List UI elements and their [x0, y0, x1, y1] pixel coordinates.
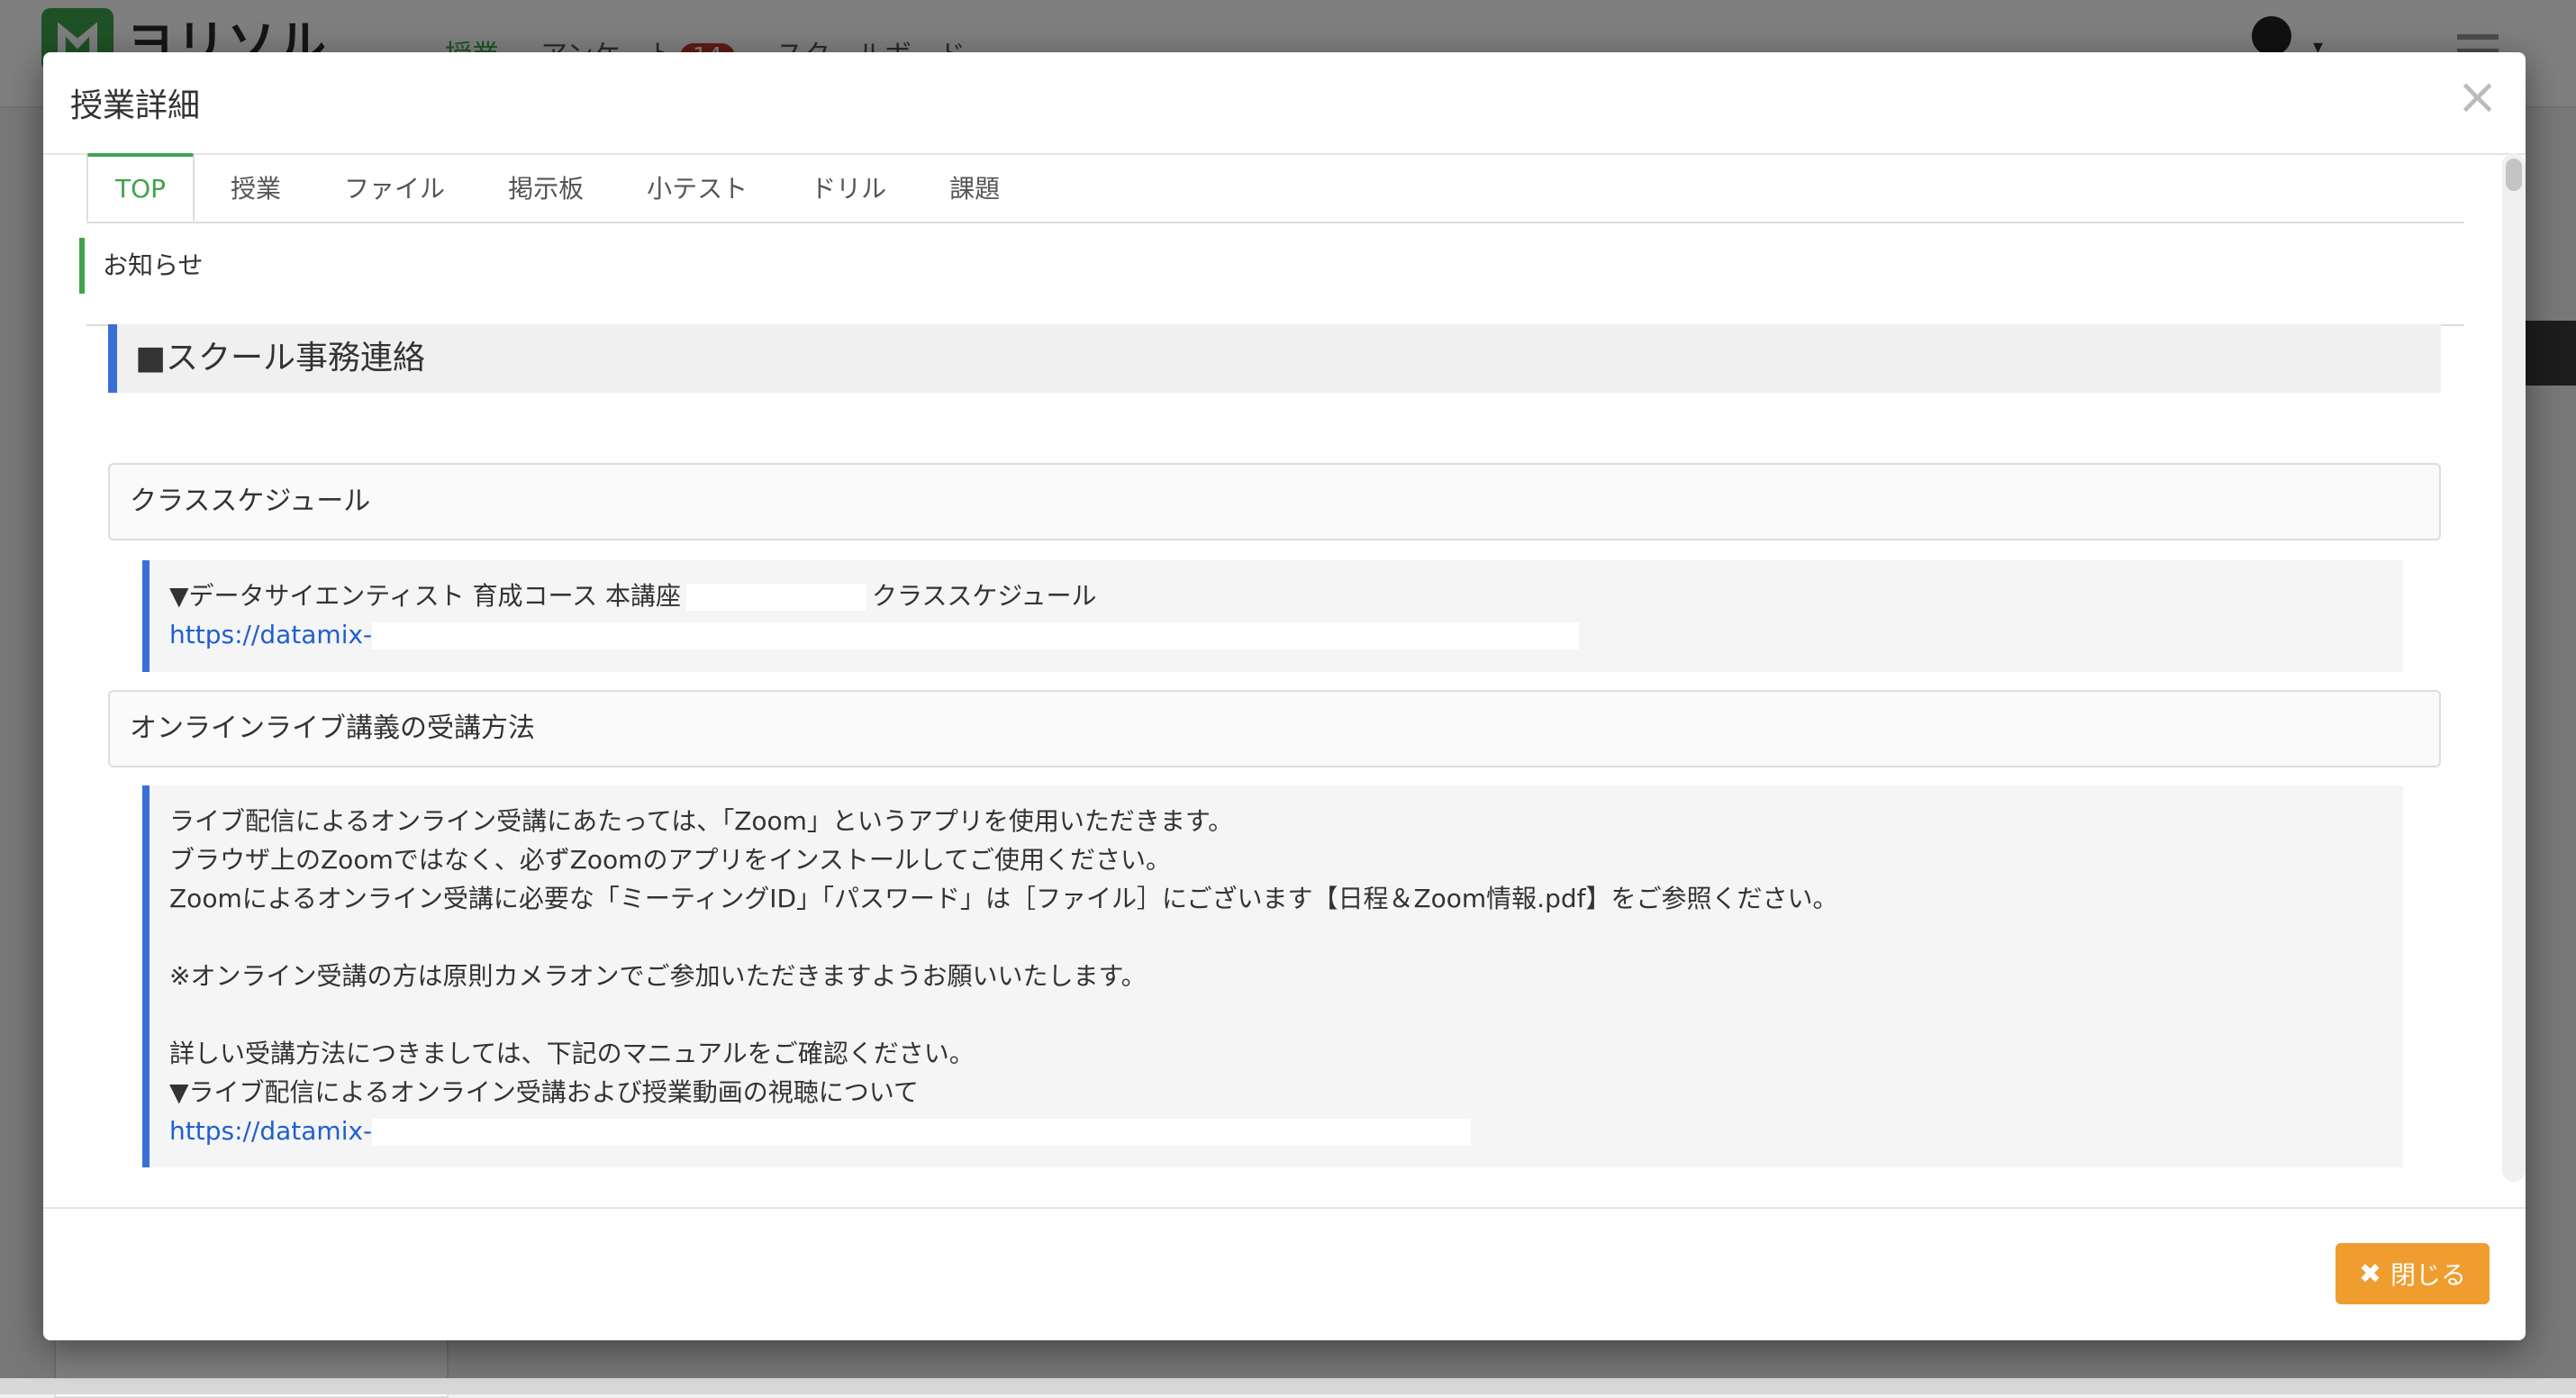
item-header-class-schedule[interactable]: クラススケジュール — [108, 463, 2441, 540]
text-line: ▼ライブ配信によるオンライン受講および授業動画の視聴について — [169, 1077, 919, 1107]
tab-bar — [86, 256, 2464, 326]
close-icon[interactable]: × — [2456, 72, 2499, 123]
text-line: 詳しい受講方法につきましては、下記のマニュアルをご確認ください。 — [169, 1039, 975, 1068]
schedule-link[interactable]: https://datamix- — [169, 620, 372, 649]
modal-title: 授業詳細 — [70, 87, 201, 124]
close-button[interactable]: ✖ 閉じる — [2335, 1243, 2490, 1304]
close-x-icon: ✖ — [2358, 1257, 2381, 1290]
scrollbar-thumb[interactable] — [2506, 159, 2522, 191]
text-line: ブラウザ上のZoomではなく、必ずZoomのアプリをインストールしてご使用くださ… — [169, 845, 1172, 875]
schedule-course-line: ▼データサイエンティスト 育成コース 本講座 クラススケジュール — [169, 576, 2403, 615]
item-body-online-live: ライブ配信によるオンライン受講にあたっては、「Zoom」というアプリを使用いただ… — [142, 785, 2403, 1167]
group-heading: ■スクール事務連絡 — [108, 324, 2441, 393]
section-label-notices: お知らせ — [79, 238, 203, 294]
tab-quiz[interactable]: 小テスト — [620, 153, 775, 222]
tab-files[interactable]: ファイル — [317, 153, 472, 222]
schedule-link-line: https://datamix- — [169, 615, 2403, 654]
redacted-text — [685, 584, 866, 611]
redacted-link — [372, 1119, 1472, 1146]
schedule-suffix: クラススケジュール — [871, 581, 1097, 611]
tab-bar: TOP 授業 ファイル 掲示板 小テスト ドリル 課題 — [86, 153, 2464, 223]
vertical-scrollbar[interactable] — [2502, 153, 2526, 1182]
tab-assignment[interactable]: 課題 — [922, 153, 1027, 222]
modal-header: 授業詳細 × — [43, 52, 2526, 155]
text-line: Zoomによるオンライン受講に必要な「ミーティングID」「パスワード」は［ファイ… — [169, 884, 1838, 913]
modal-footer: ✖ 閉じる — [43, 1207, 2526, 1340]
text-line: ※オンライン受講の方は原則カメラオンでご参加いただきますようお願いいたします。 — [169, 961, 1147, 991]
redacted-link — [372, 622, 1580, 649]
lesson-detail-modal: 授業詳細 × TOP 授業 ファイル 掲示板 小テスト ドリル 課題 お知らせ … — [43, 52, 2526, 1340]
manual-link[interactable]: https://datamix- — [169, 1116, 372, 1146]
text-line: ライブ配信によるオンライン受講にあたっては、「Zoom」というアプリを使用いただ… — [169, 806, 1234, 836]
schedule-course-name: ▼データサイエンティスト 育成コース 本講座 — [169, 581, 681, 611]
tab-lesson[interactable]: 授業 — [204, 153, 308, 222]
item-body-class-schedule: ▼データサイエンティスト 育成コース 本講座 クラススケジュール https://… — [142, 560, 2403, 672]
item-header-online-live[interactable]: オンラインライブ講義の受講方法 — [108, 690, 2441, 767]
tab-drill[interactable]: ドリル — [784, 153, 913, 222]
tab-board[interactable]: 掲示板 — [481, 153, 611, 222]
close-button-label: 閉じる — [2390, 1260, 2466, 1290]
manual-link-line: https://datamix- — [169, 1112, 2403, 1150]
horizontal-scrollbar[interactable] — [0, 1378, 2576, 1394]
tab-top[interactable]: TOP — [86, 153, 195, 222]
